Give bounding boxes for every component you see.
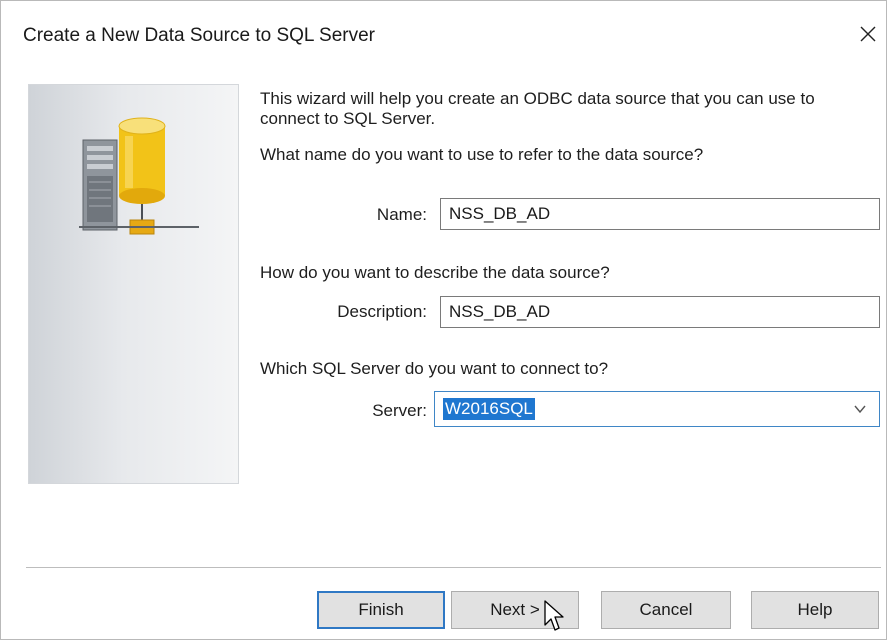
finish-button[interactable]: Finish [317, 591, 445, 629]
description-field[interactable]: NSS_DB_AD [440, 296, 880, 328]
button-separator [26, 567, 881, 568]
chevron-down-icon[interactable] [853, 402, 867, 416]
intro-line-2: connect to SQL Server. [260, 109, 436, 128]
mouse-pointer-icon [544, 600, 564, 631]
wizard-image-panel [28, 84, 239, 484]
server-database-network-icon [79, 117, 199, 235]
server-label: Server: [372, 401, 427, 420]
intro-line-1: This wizard will help you create an ODBC… [260, 89, 815, 108]
help-button[interactable]: Help [751, 591, 879, 629]
close-icon [860, 26, 876, 42]
close-button[interactable] [853, 19, 883, 49]
server-question: Which SQL Server do you want to connect … [260, 359, 609, 378]
name-field[interactable]: NSS_DB_AD [440, 198, 880, 230]
description-question: How do you want to describe the data sou… [260, 263, 610, 282]
dialog-window: Create a New Data Source to SQL Server T… [0, 0, 887, 640]
cancel-button[interactable]: Cancel [601, 591, 731, 629]
server-value[interactable]: W2016SQL [443, 398, 535, 420]
name-label: Name: [376, 205, 427, 224]
name-question: What name do you want to use to refer to… [260, 145, 704, 164]
server-combobox[interactable]: W2016SQL [434, 391, 880, 427]
description-label: Description: [337, 302, 427, 321]
window-title: Create a New Data Source to SQL Server [23, 25, 376, 46]
